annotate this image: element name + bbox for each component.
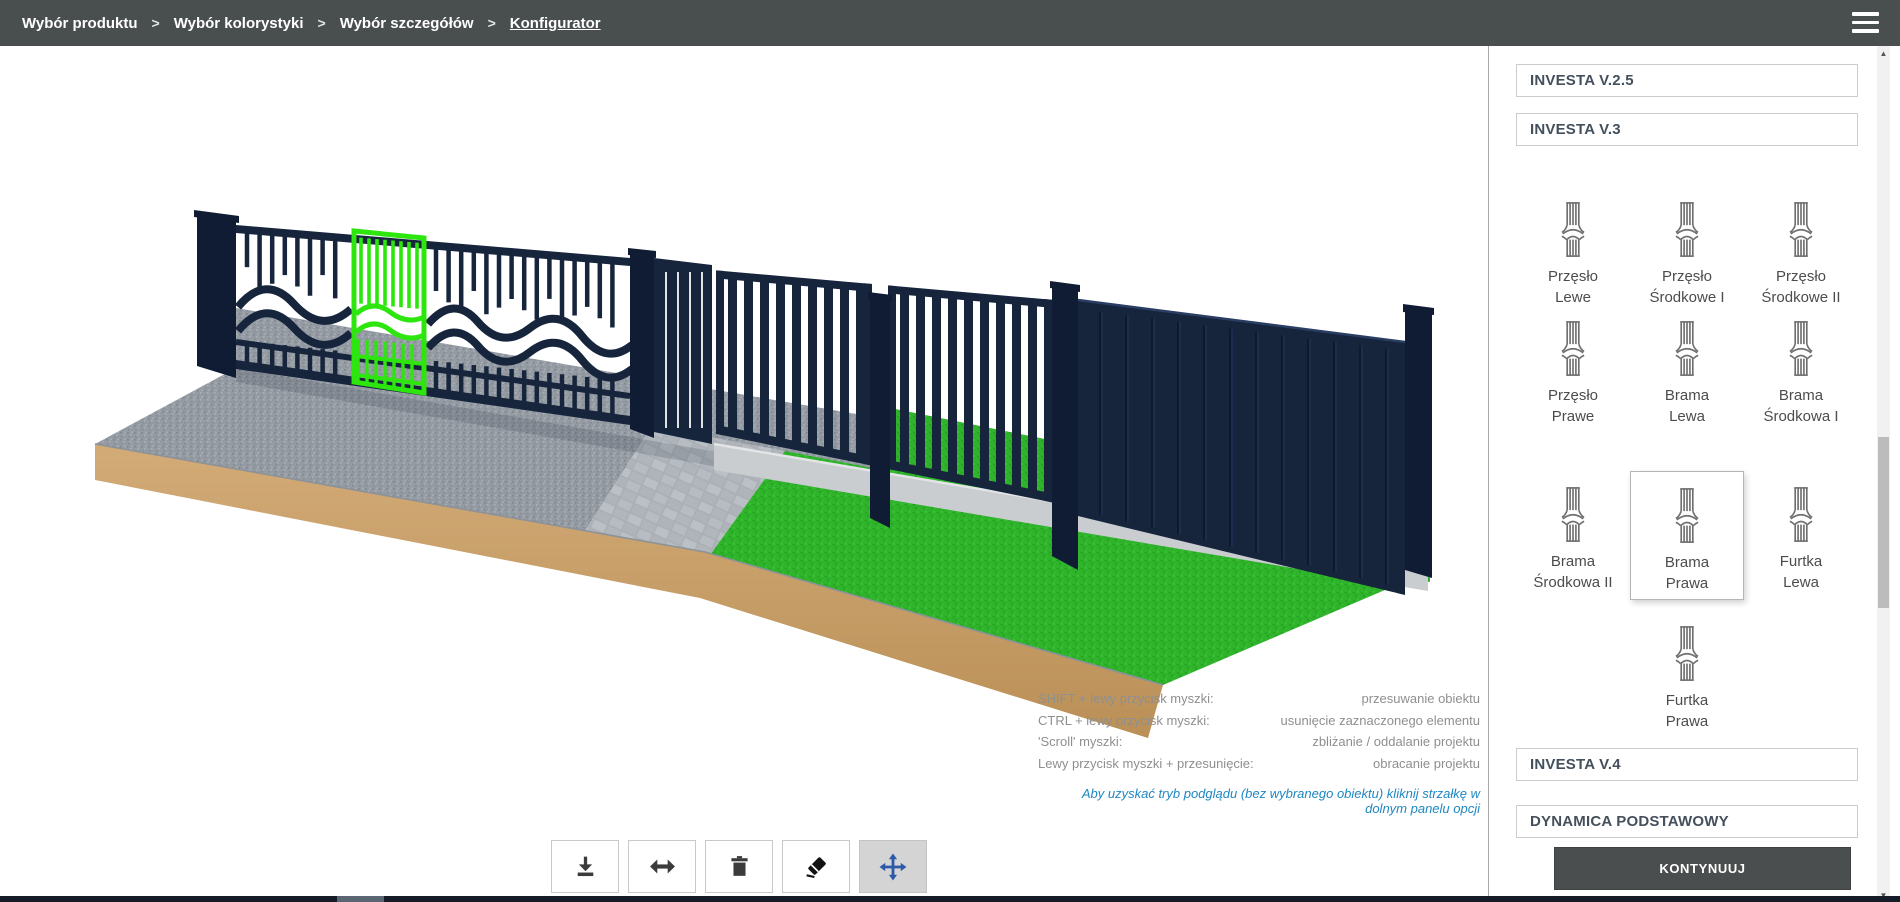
help-key: SHIFT + lewy przycisk myszki: xyxy=(1038,688,1214,710)
element-name: Przęsło xyxy=(1761,266,1840,287)
element-variant: Prawe xyxy=(1548,406,1598,427)
horizontal-scrollbar-thumb[interactable] xyxy=(337,896,384,902)
sidebar-scrollbar[interactable]: ▲ ▼ xyxy=(1877,46,1890,902)
fence-element-icon xyxy=(1556,319,1590,379)
element-furtka-lewa[interactable]: FurtkaLewa xyxy=(1744,471,1858,600)
eraser-icon xyxy=(803,853,830,880)
element-przeslo-prawe[interactable]: PrzęsłoPrawe xyxy=(1516,319,1630,427)
fence-element-icon xyxy=(1670,200,1704,260)
element-name: Furtka xyxy=(1780,551,1823,572)
trash-icon xyxy=(726,853,753,880)
breadcrumb-item-configurator[interactable]: Konfigurator xyxy=(508,11,603,36)
breadcrumb-item-colors[interactable]: Wybór kolorystyki xyxy=(172,11,306,36)
element-variant: Lewa xyxy=(1665,406,1709,427)
continue-button[interactable]: KONTYNUUJ xyxy=(1554,847,1851,890)
element-variant: Lewe xyxy=(1548,287,1598,308)
element-variant: Środkowa I xyxy=(1763,406,1838,427)
fence-element-icon xyxy=(1556,200,1590,260)
move-icon xyxy=(879,853,907,881)
element-variant: Prawa xyxy=(1666,711,1709,732)
breadcrumb-separator: > xyxy=(476,15,508,31)
eraser-button[interactable] xyxy=(782,840,850,893)
breadcrumb-separator: > xyxy=(140,15,172,31)
element-name: Furtka xyxy=(1666,690,1709,711)
element-brama-srodkowa-1[interactable]: BramaŚrodkowa I xyxy=(1744,319,1858,427)
breadcrumb-item-product[interactable]: Wybór produktu xyxy=(20,11,140,36)
section-header-dynamica[interactable]: DYNAMICA PODSTAWOWY xyxy=(1516,805,1858,838)
download-icon xyxy=(572,853,599,880)
element-przeslo-srodkowe-2[interactable]: PrzęsłoŚrodkowe II xyxy=(1744,200,1858,308)
configurator-3d-viewport[interactable]: SHIFT + lewy przycisk myszki: przesuwanie… xyxy=(0,46,1488,902)
bottom-edge-bar xyxy=(0,896,1900,902)
section-header-investa-v4[interactable]: INVESTA V.4 xyxy=(1516,748,1858,781)
element-name: Przęsło xyxy=(1548,266,1598,287)
element-variant: Lewa xyxy=(1780,572,1823,593)
element-grid: PrzęsłoLewe PrzęsłoŚrodkowe I PrzęsłoŚro… xyxy=(1516,200,1858,732)
resize-horizontal-icon xyxy=(649,853,676,880)
element-variant: Prawa xyxy=(1665,573,1709,594)
element-name: Przęsło xyxy=(1649,266,1724,287)
fence-element-icon xyxy=(1670,624,1704,684)
resize-width-button[interactable] xyxy=(628,840,696,893)
element-przeslo-lewe[interactable]: PrzęsłoLewe xyxy=(1516,200,1630,308)
mouse-controls-help: SHIFT + lewy przycisk myszki: przesuwanie… xyxy=(1038,688,1480,816)
element-name: Brama xyxy=(1665,552,1709,573)
fence-element-icon xyxy=(1784,319,1818,379)
element-name: Brama xyxy=(1533,551,1612,572)
preview-mode-hint: Aby uzyskać tryb podglądu (bez wybranego… xyxy=(1038,786,1480,816)
breadcrumb-separator: > xyxy=(306,15,338,31)
scrollbar-thumb[interactable] xyxy=(1878,437,1889,608)
viewport-toolbar xyxy=(551,840,927,893)
fence-element-icon xyxy=(1670,319,1704,379)
help-action: usunięcie zaznaczonego elementu xyxy=(1281,710,1480,732)
element-variant: Środkowe I xyxy=(1649,287,1724,308)
help-key: 'Scroll' myszki: xyxy=(1038,731,1122,753)
fence-element-icon xyxy=(1784,485,1818,545)
element-przeslo-srodkowe-1[interactable]: PrzęsłoŚrodkowe I xyxy=(1630,200,1744,308)
breadcrumb-item-details[interactable]: Wybór szczegółów xyxy=(338,11,476,36)
element-name: Brama xyxy=(1763,385,1838,406)
breadcrumb: Wybór produktu > Wybór kolorystyki > Wyb… xyxy=(0,0,1900,46)
fence-element-icon xyxy=(1784,200,1818,260)
fence-element-icon xyxy=(1556,485,1590,545)
element-name: Przęsło xyxy=(1548,385,1598,406)
element-brama-prawa-selected[interactable]: BramaPrawa xyxy=(1630,471,1744,600)
element-brama-srodkowa-2[interactable]: BramaŚrodkowa II xyxy=(1516,471,1630,600)
help-action: obracanie projektu xyxy=(1373,753,1480,775)
help-key: Lewy przycisk myszki + przesunięcie: xyxy=(1038,753,1254,775)
help-action: przesuwanie obiektu xyxy=(1361,688,1480,710)
move-button[interactable] xyxy=(859,840,927,893)
element-furtka-prawa[interactable]: FurtkaPrawa xyxy=(1630,624,1744,732)
section-header-investa-v3[interactable]: INVESTA V.3 xyxy=(1516,113,1858,146)
help-action: zbliżanie / oddalanie projektu xyxy=(1312,731,1480,753)
element-picker-sidebar: INVESTA V.2.5 INVESTA V.3 PrzęsłoLewe Pr… xyxy=(1488,46,1900,902)
hamburger-icon[interactable] xyxy=(1852,12,1879,33)
fence-element-icon xyxy=(1670,486,1704,546)
section-header-investa-v25[interactable]: INVESTA V.2.5 xyxy=(1516,64,1858,97)
delete-button[interactable] xyxy=(705,840,773,893)
help-key: CTRL + lewy przycisk myszki: xyxy=(1038,710,1210,732)
element-variant: Środkowe II xyxy=(1761,287,1840,308)
element-name: Brama xyxy=(1665,385,1709,406)
element-variant: Środkowa II xyxy=(1533,572,1612,593)
download-button[interactable] xyxy=(551,840,619,893)
scroll-up-icon[interactable]: ▲ xyxy=(1877,46,1890,60)
element-brama-lewa[interactable]: BramaLewa xyxy=(1630,319,1744,427)
